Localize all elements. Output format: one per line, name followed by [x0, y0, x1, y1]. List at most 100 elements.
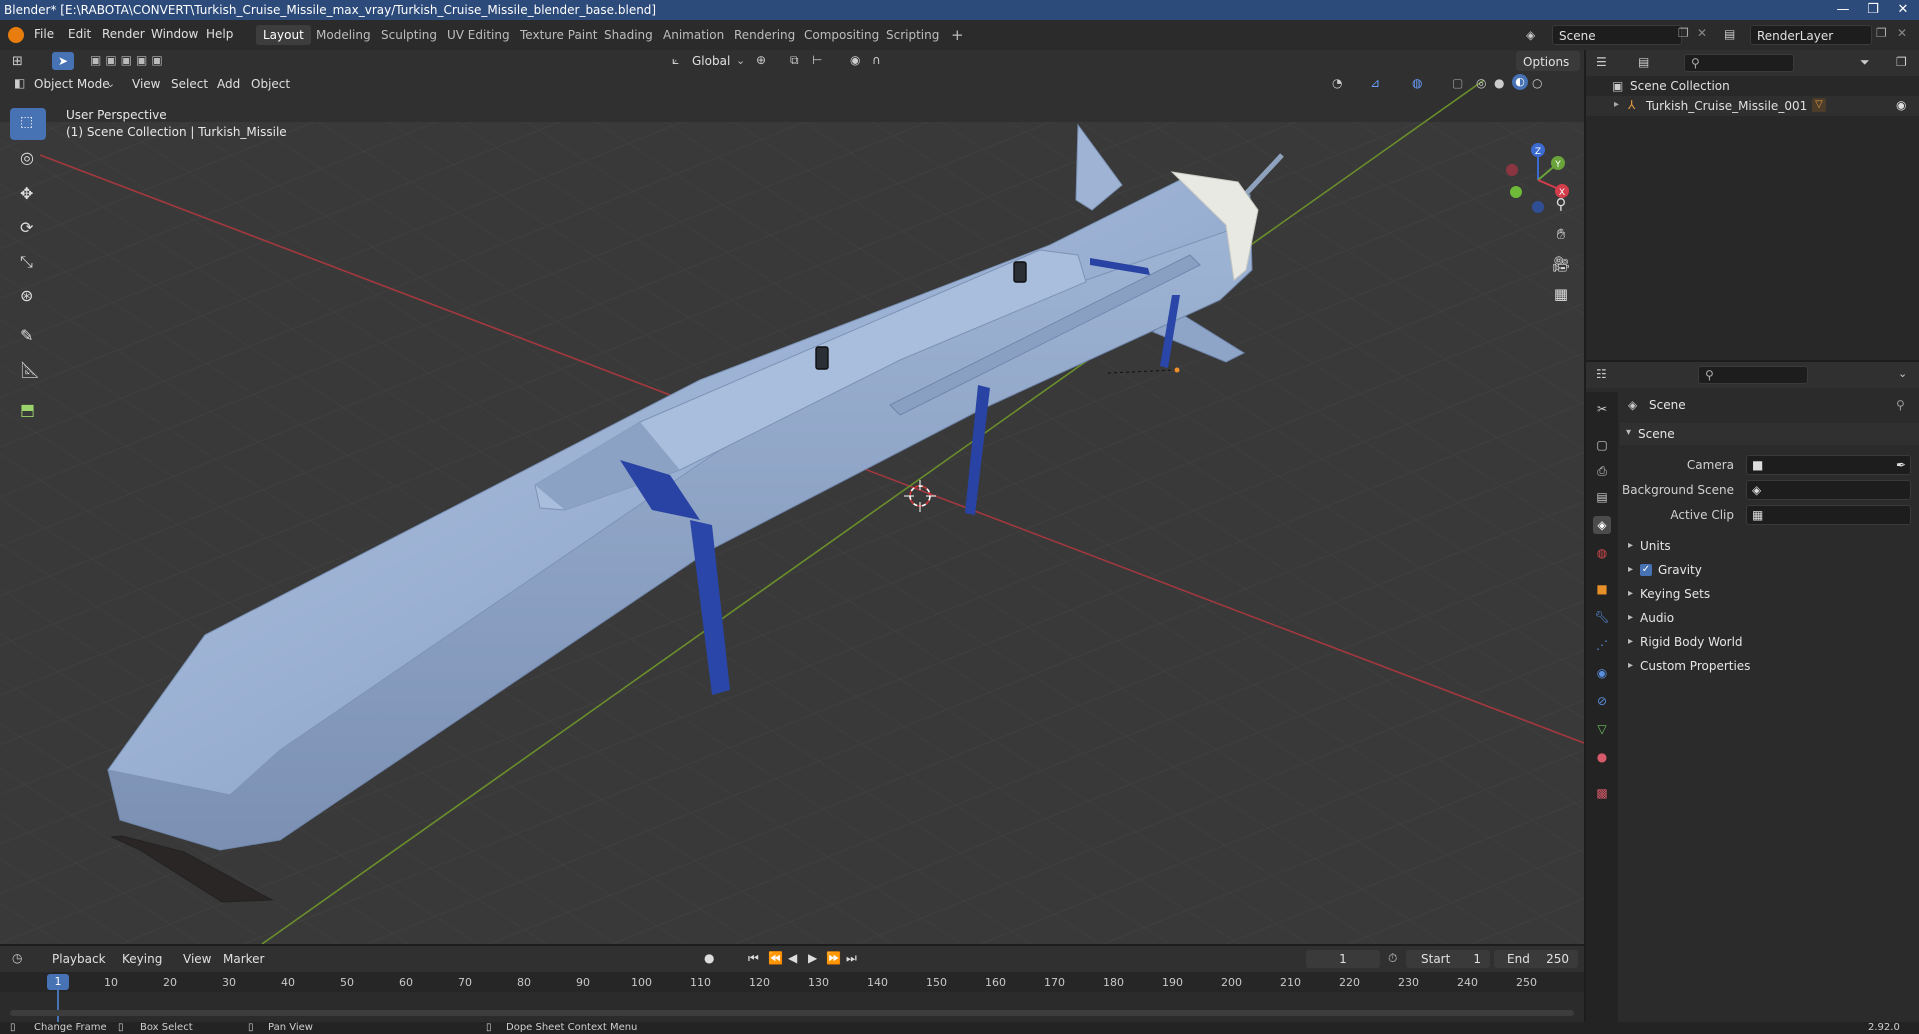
menu-add[interactable]: Add [217, 77, 240, 91]
new-collection-icon[interactable]: ❐ [1896, 55, 1907, 69]
particles-tab-icon[interactable]: ⋰ [1593, 636, 1611, 654]
object-origin[interactable] [1174, 367, 1180, 373]
tool-transform[interactable]: ⊛ [10, 280, 46, 312]
jump-start-icon[interactable]: ⏮ [748, 951, 759, 966]
gravity-checkbox[interactable]: ✓ [1640, 564, 1652, 576]
proportional-edit-icon[interactable]: ◉ [850, 53, 860, 67]
tab-modeling[interactable]: Modeling [309, 25, 378, 45]
mode-dropdown[interactable]: Object Mode [34, 77, 110, 91]
tool-move[interactable]: ✥ [10, 178, 46, 210]
material-tab-icon[interactable]: ● [1593, 748, 1611, 766]
tool-tab-icon[interactable]: ✂ [1593, 400, 1611, 418]
world-tab-icon[interactable]: ◍ [1593, 544, 1611, 562]
subpanel-units[interactable]: ▸ Units [1628, 535, 1918, 557]
editor-type-icon[interactable]: ⊞ [12, 54, 23, 69]
scene-tab-icon[interactable]: ◈ [1593, 516, 1611, 534]
filter-icon[interactable]: ⏷ [1860, 55, 1870, 70]
outliner-search-input[interactable]: ⚲ [1684, 54, 1794, 72]
eyedropper-icon[interactable]: ✒ [1896, 454, 1906, 476]
chevron-down-icon[interactable]: ⌄ [1898, 367, 1907, 380]
tool-scale[interactable]: ⤡ [10, 246, 46, 278]
tool-cursor[interactable]: ◎ [10, 142, 46, 174]
visibility-icon[interactable]: ◔ [1332, 76, 1342, 90]
outliner-editor-icon[interactable]: ☰ [1596, 55, 1607, 69]
tab-sculpting[interactable]: Sculpting [374, 25, 444, 45]
timeline-editor-icon[interactable]: ◷ [12, 951, 22, 965]
expand-arrow-icon[interactable]: ▸ [1614, 99, 1619, 110]
timeline-scrollbar[interactable] [10, 1010, 1574, 1016]
menu-view[interactable]: View [132, 77, 160, 91]
menu-render[interactable]: Render [102, 27, 145, 41]
next-keyframe-icon[interactable]: ⏩ [826, 951, 841, 965]
play-icon[interactable]: ▶ [808, 951, 817, 965]
playhead[interactable]: 1 [47, 974, 69, 990]
prev-keyframe-icon[interactable]: ⏪ [768, 951, 783, 965]
selection-mode-icons[interactable]: ▣▣▣▣▣ [90, 53, 167, 67]
scene-panel-header[interactable]: ▾ Scene [1620, 423, 1919, 445]
subpanel-gravity[interactable]: ▸ ✓ Gravity [1628, 559, 1918, 581]
chevron-down-icon[interactable]: ⌄ [736, 54, 745, 67]
tool-add-cube[interactable]: ⬒ [10, 394, 46, 426]
menu-timeline-view[interactable]: View [183, 952, 211, 966]
texture-tab-icon[interactable]: ▩ [1593, 784, 1611, 802]
solid-shading-icon[interactable]: ● [1494, 76, 1504, 90]
constraints-tab-icon[interactable]: ⊘ [1593, 692, 1611, 710]
output-tab-icon[interactable]: ⎙ [1593, 462, 1611, 480]
tab-shading[interactable]: Shading [597, 25, 660, 45]
properties-search-input[interactable]: ⚲ [1698, 366, 1808, 384]
eye-visibility-icon[interactable]: ◉ [1896, 98, 1906, 112]
minimize-button[interactable]: — [1828, 0, 1858, 20]
blender-logo-icon[interactable] [8, 27, 24, 43]
delete-scene-icon[interactable]: ✕ [1697, 26, 1707, 40]
falloff-icon[interactable]: ∩ [872, 53, 881, 67]
tab-texture-paint[interactable]: Texture Paint [513, 25, 604, 45]
tab-rendering[interactable]: Rendering [727, 25, 802, 45]
add-workspace-button[interactable]: + [944, 25, 971, 45]
display-mode-icon[interactable]: ▤ [1638, 55, 1649, 69]
tab-animation[interactable]: Animation [656, 25, 731, 45]
rendered-shading-icon[interactable]: ○ [1532, 76, 1542, 90]
menu-file[interactable]: File [34, 27, 54, 41]
outliner-row[interactable]: ▸ ⅄ Turkish_Cruise_Missile_001 ▽ ◉ [1586, 96, 1919, 116]
camera-view-icon[interactable]: 🎥︎ [1547, 250, 1575, 278]
modifier-tab-icon[interactable]: 🔧︎ [1593, 608, 1611, 626]
pan-hand-icon[interactable]: ✋︎ [1547, 220, 1575, 248]
filter-data-icon[interactable]: ▽ [1812, 98, 1826, 112]
tab-uv-editing[interactable]: UV Editing [440, 25, 517, 45]
end-frame-field[interactable]: End 250 [1494, 950, 1578, 968]
renderlayer-field[interactable]: RenderLayer [1750, 25, 1872, 45]
options-dropdown[interactable]: Options [1516, 51, 1580, 71]
tab-compositing[interactable]: Compositing [797, 25, 886, 45]
overlay-toggle-icon[interactable]: ◍ [1412, 76, 1422, 90]
ortho-grid-icon[interactable]: ▦ [1547, 280, 1575, 308]
menu-object[interactable]: Object [251, 77, 290, 91]
pivot-icon[interactable]: ⊕ [756, 53, 766, 67]
view-layer-tab-icon[interactable]: ▤ [1593, 488, 1611, 506]
menu-select[interactable]: Select [171, 77, 208, 91]
menu-marker[interactable]: Marker [223, 952, 264, 966]
orientation-dropdown[interactable]: Global [692, 54, 730, 68]
menu-window[interactable]: Window [151, 27, 198, 41]
stopwatch-icon[interactable]: ⏱ [1388, 951, 1397, 966]
subpanel-custom-properties[interactable]: ▸ Custom Properties [1628, 655, 1918, 677]
render-tab-icon[interactable]: ▢ [1593, 436, 1611, 454]
current-frame-field[interactable]: 1 [1306, 950, 1380, 968]
active-clip-field[interactable] [1746, 505, 1911, 525]
close-window-button[interactable]: ✕ [1888, 0, 1918, 20]
delete-renderlayer-icon[interactable]: ✕ [1897, 26, 1907, 40]
play-reverse-icon[interactable]: ◀ [788, 951, 797, 965]
wireframe-shading-icon[interactable]: ◎ [1476, 76, 1486, 90]
new-renderlayer-icon[interactable]: ❐ [1876, 26, 1887, 40]
scene-collection-label[interactable]: Scene Collection [1630, 79, 1730, 93]
start-frame-field[interactable]: Start 1 [1406, 950, 1490, 968]
jump-end-icon[interactable]: ⏭ [846, 951, 857, 966]
background-scene-field[interactable] [1746, 480, 1911, 500]
tool-rotate[interactable]: ⟳ [10, 212, 46, 244]
3d-viewport[interactable]: Z Y X ⊞ ➤ ▣▣▣▣▣ ⟀ Global ⌄ ⊕ ⧉ ⊢ ◉ ∩ Opt… [0, 50, 1584, 944]
menu-keying[interactable]: Keying [122, 952, 162, 966]
snap-target-icon[interactable]: ⊢ [812, 53, 822, 67]
tool-annotate[interactable]: ✎ [10, 320, 46, 352]
physics-tab-icon[interactable]: ◉ [1593, 664, 1611, 682]
scene-field[interactable]: Scene [1552, 25, 1682, 45]
subpanel-audio[interactable]: ▸ Audio [1628, 607, 1918, 629]
